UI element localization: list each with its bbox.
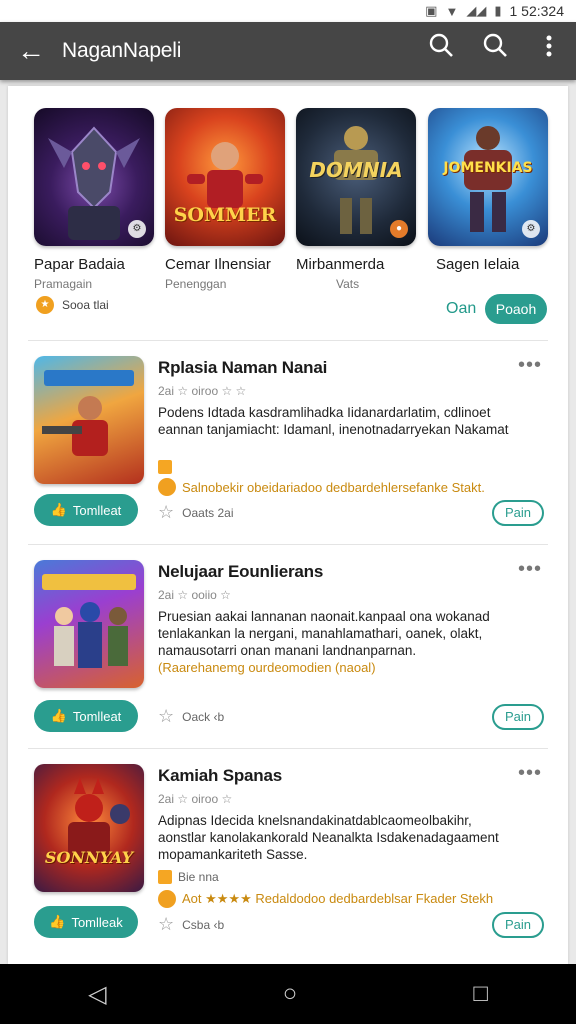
star-icon[interactable]: ☆ xyxy=(158,502,174,523)
developer-row: ★ Sooa tlai xyxy=(36,296,109,314)
promo-icon xyxy=(158,890,176,908)
game-art-text: SONNYAY xyxy=(44,848,134,867)
developer-name: Sooa tlai xyxy=(62,298,109,312)
promo-text: Salnobekir obeidariadoo dedbardehlersefa… xyxy=(182,479,485,495)
gear-icon: ⚙ xyxy=(522,220,540,238)
star-icon[interactable]: ☆ xyxy=(158,914,174,935)
run-button[interactable]: Pain xyxy=(492,500,544,526)
featured-sub: Penenggan xyxy=(165,277,227,291)
page-title: NaganNapeli xyxy=(62,39,182,62)
more-vert-icon[interactable] xyxy=(522,22,576,80)
featured-name: Cemar Ilnensiar xyxy=(165,256,271,273)
demon-knight-icon xyxy=(68,778,130,862)
item-description: Pruesian aakai lannanan naonait.kanpaal … xyxy=(158,609,490,658)
notification-icon: ▣ xyxy=(425,3,438,18)
thumbs-up-icon: 👍 xyxy=(50,502,67,517)
game-thumbnail: ⚙ xyxy=(34,108,154,246)
featured-card[interactable]: SOMMER Cemar Ilnensiar Penenggan xyxy=(165,108,287,291)
signal-icon: ◢◢ xyxy=(466,3,487,18)
item-title: Rplasia Naman Nanai xyxy=(158,358,328,377)
more-horiz-icon[interactable]: ••• xyxy=(518,762,542,785)
list-item[interactable]: Rplasia Naman Nanai ••• 2ai ☆ oiroo ☆ ☆ … xyxy=(8,342,568,546)
promo-line: Aot ★★★★ Redaldodoo dedbardeblsar Fkader… xyxy=(158,890,538,908)
featured-card[interactable]: JOMENKIAS ⚙ Sagen Ielaia xyxy=(428,108,550,277)
developer-icon: ★ xyxy=(36,296,54,314)
featured-sub: Vats xyxy=(336,277,360,291)
item-title: Kamiah Spanas xyxy=(158,766,283,785)
install-button[interactable]: 👍 Tomlleat xyxy=(34,494,138,526)
run-button[interactable]: Pain xyxy=(492,704,544,730)
back-arrow-icon[interactable]: ← xyxy=(0,22,62,80)
badge-icon: ● xyxy=(390,220,408,238)
rating-text: Csba ‹b xyxy=(182,917,225,932)
game-art-text: DOMNIA xyxy=(309,158,403,182)
featured-sub: Pramagain xyxy=(34,277,93,291)
rating-row: ☆ Csba ‹b xyxy=(158,914,224,935)
item-meta: 2ai ☆ oiroo ☆ xyxy=(158,792,233,806)
featured-name: Mirbanmerda xyxy=(296,256,385,273)
nav-back-icon[interactable]: ◁ xyxy=(88,980,106,1009)
wifi-icon: ▼ xyxy=(445,3,459,19)
promo-text: Aot ★★★★ Redaldodoo dedbardeblsar Fkader… xyxy=(182,891,494,906)
promo-line: (Raarehanemg ourdeomodien (naoal) xyxy=(158,660,538,675)
open-link[interactable]: Oan xyxy=(446,300,476,318)
tag-row: Bie nna xyxy=(158,870,219,884)
battery-icon: ▮ xyxy=(494,3,502,18)
item-description: Podens Idtada kasdramlihadka Iidanardarl… xyxy=(158,405,509,437)
promo-icon xyxy=(158,478,176,496)
featured-card[interactable]: ⚙ Papar Badaia Pramagain xyxy=(34,108,156,291)
status-bar: ▣ ▼ ◢◢ ▮ 1 52:324 xyxy=(0,0,576,22)
more-horiz-icon[interactable]: ••• xyxy=(518,558,542,581)
divider xyxy=(28,748,548,749)
party-characters-icon xyxy=(42,574,136,668)
featured-card[interactable]: DOMNIA ● Mirbanmerda Vats xyxy=(296,108,418,291)
featured-row: ⚙ Papar Badaia Pramagain SOMMER Cemar Il… xyxy=(8,86,568,338)
thumbs-up-icon: 👍 xyxy=(49,914,66,929)
app-bar: ← NaganNapeli xyxy=(0,22,576,80)
install-label: Tomlleat xyxy=(72,708,122,724)
game-thumbnail: JOMENKIAS ⚙ xyxy=(428,108,548,246)
search-icon[interactable] xyxy=(468,22,522,80)
promo-text: (Raarehanemg ourdeomodien (naoal) xyxy=(158,660,376,675)
game-art-text: JOMENKIAS xyxy=(443,160,533,176)
gear-icon: ⚙ xyxy=(128,220,146,238)
game-art-text: SOMMER xyxy=(173,204,277,226)
divider xyxy=(28,544,548,545)
list-item[interactable]: SONNYAY Kamiah Spanas ••• 2ai ☆ oiroo ☆ … xyxy=(8,750,568,954)
nav-home-icon[interactable]: ○ xyxy=(283,980,298,1008)
item-meta: 2ai ☆ ooiio ☆ xyxy=(158,588,231,602)
install-button[interactable]: 👍 Tomlleak xyxy=(34,906,138,938)
gunner-character-icon xyxy=(42,370,134,456)
nav-recents-icon[interactable]: □ xyxy=(473,980,488,1008)
rating-text: Oaats 2ai xyxy=(182,505,234,520)
game-thumbnail: DOMNIA ● xyxy=(296,108,416,246)
featured-name: Sagen Ielaia xyxy=(436,256,520,273)
item-title: Nelujaar Eounlierans xyxy=(158,562,324,581)
tag-row xyxy=(158,460,172,474)
search-icon[interactable] xyxy=(414,22,468,80)
more-horiz-icon[interactable]: ••• xyxy=(518,354,542,377)
open-button[interactable]: Poaoh xyxy=(485,294,547,324)
game-thumbnail xyxy=(34,560,144,688)
install-label: Tomlleat xyxy=(72,502,122,518)
item-meta: 2ai ☆ oiroo ☆ ☆ xyxy=(158,384,247,398)
rating-row: ☆ Oaats 2ai xyxy=(158,502,234,523)
content-card: ⚙ Papar Badaia Pramagain SOMMER Cemar Il… xyxy=(8,86,568,964)
tag-icon xyxy=(158,870,172,884)
run-button[interactable]: Pain xyxy=(492,912,544,938)
item-description: Adipnas Idecida knelsnandakinatdablcaome… xyxy=(158,813,499,862)
system-nav-bar: ◁ ○ □ xyxy=(0,964,576,1024)
game-thumbnail xyxy=(34,356,144,484)
game-thumbnail: SONNYAY xyxy=(34,764,144,892)
promo-line: Salnobekir obeidariadoo dedbardehlersefa… xyxy=(158,478,538,496)
install-button[interactable]: 👍 Tomlleat xyxy=(34,700,138,732)
thumbs-up-icon: 👍 xyxy=(50,708,67,723)
game-thumbnail: SOMMER xyxy=(165,108,285,246)
tag-icon xyxy=(158,460,172,474)
status-time: 1 52:324 xyxy=(509,3,565,19)
tag-text: Bie nna xyxy=(178,870,219,884)
featured-name: Papar Badaia xyxy=(34,256,125,273)
divider xyxy=(28,340,548,341)
install-label: Tomlleak xyxy=(71,914,123,930)
